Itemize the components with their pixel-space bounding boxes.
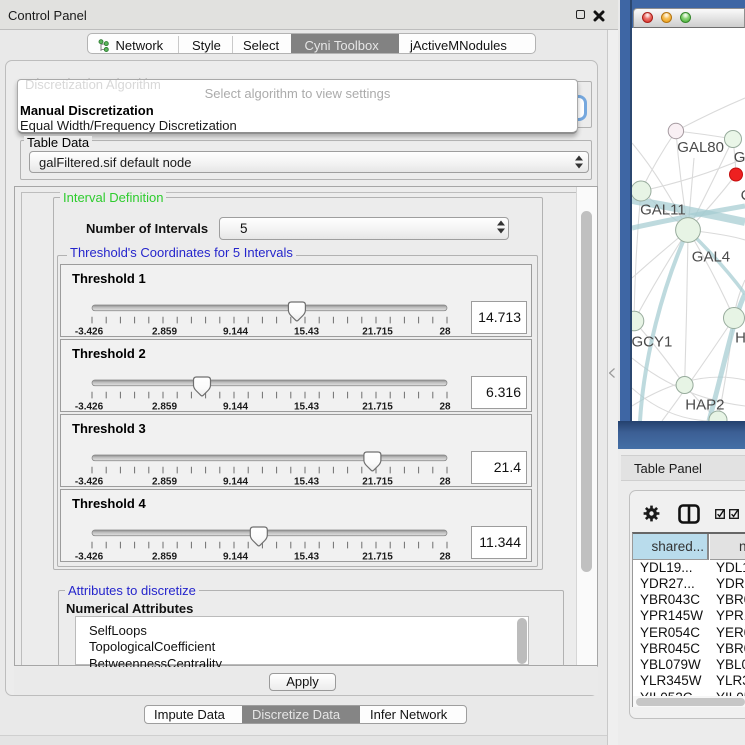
svg-text:9.144: 9.144 <box>223 477 248 488</box>
svg-text:9.144: 9.144 <box>223 327 248 338</box>
svg-text:HS: HS <box>735 330 745 347</box>
svg-text:15.43: 15.43 <box>294 552 319 563</box>
svg-text:HAP2: HAP2 <box>685 396 724 413</box>
svg-text:-3.426: -3.426 <box>75 402 104 413</box>
svg-text:21.715: 21.715 <box>362 552 393 563</box>
svg-text:GA: GA <box>734 149 745 166</box>
svg-text:-3.426: -3.426 <box>75 327 104 338</box>
svg-text:9.144: 9.144 <box>223 402 248 413</box>
svg-text:21.715: 21.715 <box>362 402 393 413</box>
svg-text:15.43: 15.43 <box>294 477 319 488</box>
svg-text:-3.426: -3.426 <box>75 552 104 563</box>
svg-text:2.859: 2.859 <box>152 477 177 488</box>
svg-text:28: 28 <box>439 477 451 488</box>
svg-text:2.859: 2.859 <box>152 402 177 413</box>
svg-text:15.43: 15.43 <box>294 327 319 338</box>
svg-text:GAL11: GAL11 <box>640 202 686 219</box>
svg-text:GAL80: GAL80 <box>677 139 724 156</box>
svg-text:28: 28 <box>439 327 451 338</box>
svg-text:9.144: 9.144 <box>223 552 248 563</box>
svg-text:2.859: 2.859 <box>152 327 177 338</box>
svg-text:21.715: 21.715 <box>362 477 393 488</box>
svg-text:21.715: 21.715 <box>362 327 393 338</box>
svg-text:-3.426: -3.426 <box>75 477 104 488</box>
svg-text:28: 28 <box>439 402 451 413</box>
svg-text:15.43: 15.43 <box>294 402 319 413</box>
svg-text:GAL4: GAL4 <box>692 248 730 265</box>
svg-text:C: C <box>741 187 745 204</box>
svg-text:28: 28 <box>439 552 451 563</box>
svg-text:2.859: 2.859 <box>152 552 177 563</box>
svg-text:GCY1: GCY1 <box>632 334 672 351</box>
